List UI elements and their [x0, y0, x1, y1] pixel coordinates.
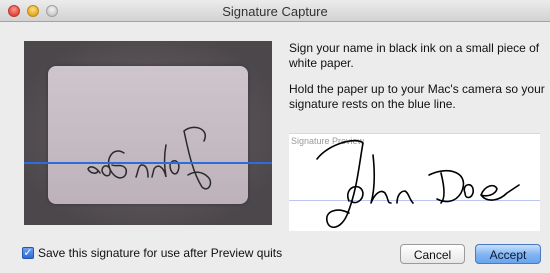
signature-preview: Signature Preview — [289, 133, 540, 231]
camera-guide-line — [24, 162, 272, 164]
mirrored-signature-image — [87, 126, 212, 190]
camera-feed — [24, 41, 272, 225]
save-signature-label: Save this signature for use after Previe… — [38, 246, 283, 260]
accept-button[interactable]: Accept — [475, 244, 541, 264]
instruction-text-2: Hold the paper up to your Mac's camera s… — [289, 82, 545, 111]
instruction-text-1: Sign your name in black ink on a small p… — [289, 41, 540, 70]
window-title: Signature Capture — [222, 4, 328, 19]
cancel-button[interactable]: Cancel — [400, 244, 465, 264]
save-signature-checkbox[interactable]: ✓ — [22, 247, 34, 259]
title-bar: Signature Capture — [0, 0, 550, 22]
signature-capture-window: Signature Capture Sign your name in blac… — [0, 0, 550, 273]
preview-signature-image — [316, 139, 520, 228]
